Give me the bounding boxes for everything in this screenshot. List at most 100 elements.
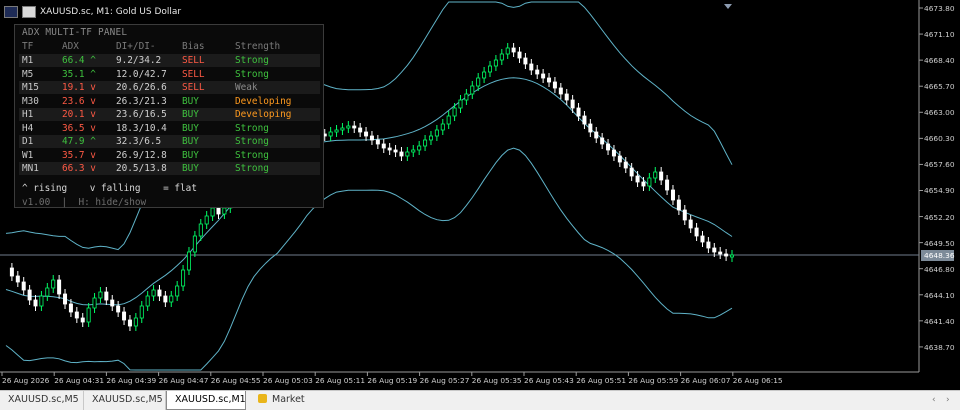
candle-body [576, 107, 581, 117]
candle-body [570, 99, 575, 109]
candle-body [611, 149, 616, 157]
chart-shift-marker [724, 4, 732, 9]
cell-adx: 47.9 ^ [62, 136, 96, 147]
candle-body [505, 47, 510, 55]
candle-body [653, 171, 658, 179]
cell-bias: BUY [182, 136, 199, 147]
price-tick-label: 4644.10 [924, 290, 955, 300]
candle-body [470, 85, 475, 95]
time-tick-label: 26 Aug 2026 [2, 376, 50, 385]
cell-di: 20.5/13.8 [116, 163, 167, 174]
panel-row-m1: M1 66.4 ^ 9.2/34.2 SELL Strong [19, 54, 320, 67]
candle-body [210, 207, 215, 217]
cell-tf: M30 [22, 95, 39, 107]
cell-di: 26.9/12.8 [116, 149, 167, 161]
candle-body [606, 143, 611, 151]
candle-body [594, 131, 599, 139]
cell-strength: Strong [235, 136, 269, 147]
candle-body [458, 99, 463, 109]
cell-strength: Developing [235, 109, 292, 120]
cell-adx: 23.6 v [62, 95, 96, 107]
candle-body [192, 235, 197, 253]
candle-body [623, 161, 628, 169]
candle-body [169, 295, 174, 303]
cell-strength: Weak [235, 82, 258, 93]
cell-di: 20.6/26.6 [116, 82, 167, 93]
candle-body [724, 253, 729, 257]
candle-body [346, 125, 351, 129]
price-tick-label: 4657.60 [924, 160, 955, 170]
current-price-label: 4648.36 [921, 250, 955, 261]
cell-strength: Strong [235, 68, 269, 80]
candle-body [39, 295, 44, 307]
cell-adx: 66.3 v [62, 163, 96, 174]
time-tick-label: 26 Aug 05:03 [263, 376, 313, 385]
candle-body [122, 311, 127, 321]
candle-body [600, 137, 605, 145]
candle-body [364, 131, 369, 137]
candle-body [27, 289, 32, 301]
cell-bias: BUY [182, 163, 199, 174]
tab-xauusd-m5-1[interactable]: XAUUSD.sc,M5 [0, 391, 84, 410]
candle-body [476, 77, 481, 87]
candle-body [511, 47, 516, 53]
cell-di: 26.3/21.3 [116, 95, 167, 107]
scroll-left-icon[interactable]: ‹ [932, 391, 936, 409]
candle-body [682, 209, 687, 221]
candle-body [493, 59, 498, 67]
candle-body [405, 151, 410, 157]
time-tick-label: 26 Aug 04:55 [210, 376, 261, 385]
candle-body [216, 207, 221, 215]
tab-xauusd-m1[interactable]: XAUUSD.sc,M1 [166, 391, 246, 410]
price-tick-label: 4671.10 [924, 30, 955, 40]
cell-strength: Strong [235, 55, 269, 66]
candle-body [328, 131, 333, 137]
candle-body [175, 285, 180, 297]
candle-body [369, 135, 374, 141]
chart-menu-icon[interactable] [4, 6, 18, 18]
candle-body [63, 293, 68, 305]
time-tick-label: 26 Aug 05:11 [315, 376, 366, 385]
candle-body [198, 223, 203, 237]
cell-bias: SELL [182, 82, 205, 93]
candle-body [482, 71, 487, 79]
cell-adx: 20.1 v [62, 109, 96, 120]
price-tick-label: 4652.20 [924, 212, 955, 222]
price-tick-label: 4638.70 [924, 342, 955, 352]
candle-body [423, 139, 428, 147]
candle-body [440, 123, 445, 131]
candle-body [15, 275, 20, 283]
candle-body [86, 307, 91, 323]
time-tick-label: 26 Aug 06:15 [732, 376, 783, 385]
candle-body [334, 129, 339, 133]
candle-body [127, 319, 132, 327]
candle-body [381, 143, 386, 149]
candle-body [45, 287, 50, 297]
candle-body [340, 127, 345, 131]
candle-body [352, 125, 357, 129]
cell-adx: 35.7 v [62, 149, 96, 161]
scroll-right-icon[interactable]: › [946, 391, 950, 409]
candle-body [417, 145, 422, 151]
tab-market[interactable]: Market [250, 391, 320, 410]
time-tick-label: 26 Aug 04:31 [54, 376, 105, 385]
cell-tf: M15 [22, 82, 39, 93]
candle-body [434, 129, 439, 137]
cell-adx: 36.5 v [62, 122, 96, 134]
candle-body [688, 219, 693, 229]
candle-body [104, 291, 109, 301]
candle-body [139, 305, 144, 319]
candle-body [116, 305, 121, 313]
candle-body [700, 235, 705, 243]
candle-body [145, 295, 150, 307]
header-di: DI+/DI- [116, 41, 156, 52]
candle-body [629, 167, 634, 177]
candle-body [541, 73, 546, 79]
candle-body [718, 251, 723, 255]
candle-body [151, 289, 156, 297]
price-tick-label: 4646.80 [924, 264, 955, 274]
cell-tf: MN1 [22, 163, 39, 174]
tab-xauusd-m5-2[interactable]: XAUUSD.sc,M5 [84, 391, 166, 410]
time-tick-label: 26 Aug 05:19 [367, 376, 418, 385]
price-tick-label: 4654.90 [924, 186, 955, 196]
